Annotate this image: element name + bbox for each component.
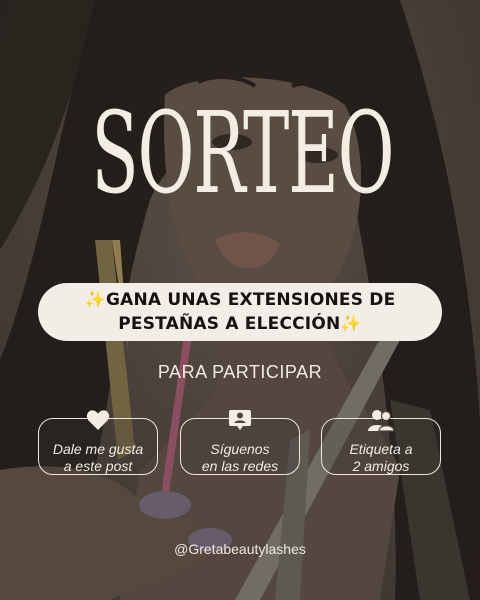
instructions-heading: PARA PARTICIPAR	[157, 362, 323, 382]
prize-banner: ✨GANA UNAS EXTENSIONES DE PESTAÑAS A ELE…	[38, 283, 442, 341]
step-follow-text: Síguenos en las redes	[181, 441, 299, 475]
prize-text: ✨GANA UNAS EXTENSIONES DE PESTAÑAS A ELE…	[85, 288, 396, 336]
prize-line-2: PESTAÑAS A ELECCIÓN✨	[118, 314, 362, 334]
prize-line-1: ✨GANA UNAS EXTENSIONES DE	[84, 290, 396, 310]
giveaway-post: SORTEO ✨GANA UNAS EXTENSIONES DE PESTAÑA…	[0, 0, 480, 600]
step-tag-text: Etiqueta a 2 amigos	[322, 441, 440, 475]
two-people-icon	[368, 408, 394, 432]
account-handle: @Gretabeautylashes	[174, 541, 306, 557]
step-follow-line-2: en las redes	[201, 458, 279, 474]
heart-icon	[85, 408, 111, 432]
step-tag-line-1: Etiqueta a	[349, 441, 413, 457]
profile-speech-icon	[227, 408, 253, 432]
step-like-line-1: Dale me gusta	[52, 441, 144, 457]
step-tag-line-2: 2 amigos	[352, 458, 410, 474]
step-follow-card: Síguenos en las redes	[180, 410, 300, 475]
step-like-text: Dale me gusta a este post	[39, 441, 157, 475]
step-tag-card: Etiqueta a 2 amigos	[321, 410, 441, 475]
page-title: SORTEO	[91, 89, 394, 219]
step-like-card: Dale me gusta a este post	[38, 410, 158, 475]
step-follow-line-1: Síguenos	[210, 441, 270, 457]
step-like-line-2: a este post	[63, 458, 133, 474]
